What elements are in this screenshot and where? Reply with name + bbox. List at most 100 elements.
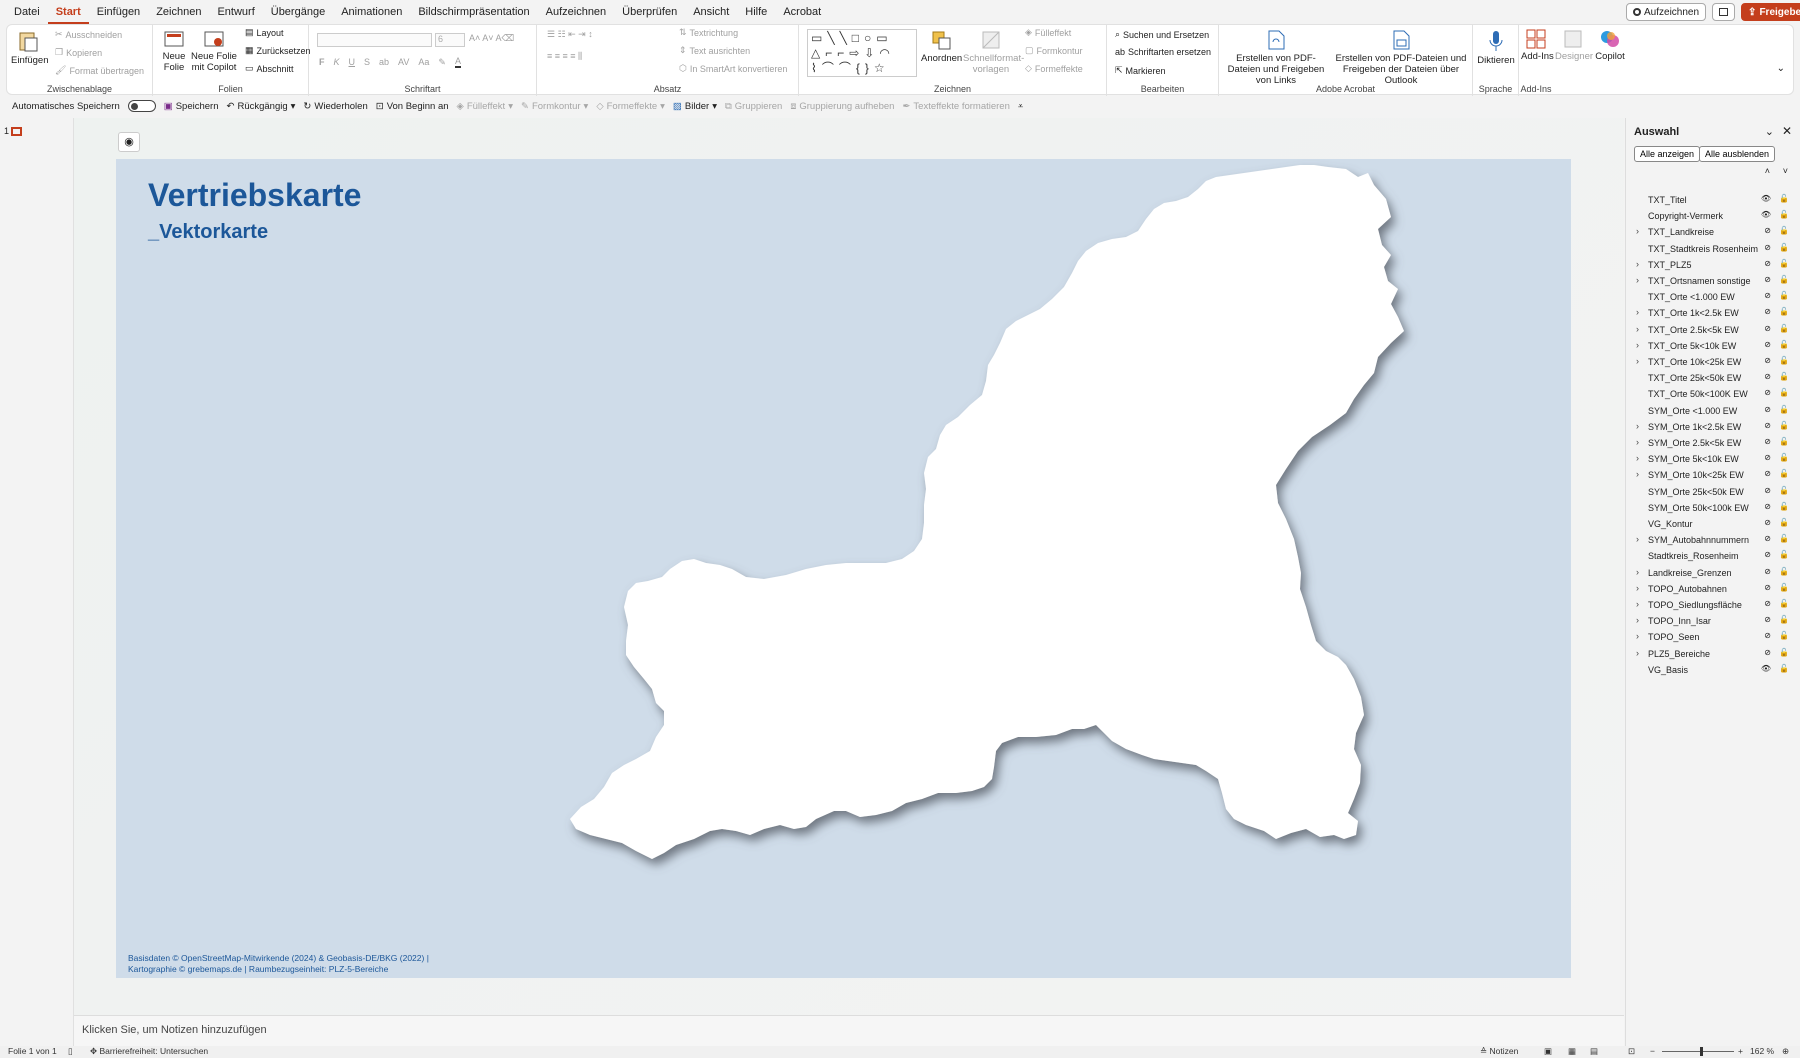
from-start-button[interactable]: ⊡ Von Beginn an [376,101,449,112]
slide-sorter-icon[interactable]: ▦ [1568,1046,1576,1057]
lock-icon[interactable]: 🔓 [1779,372,1789,381]
layer-row[interactable]: › TOPO_Inn_Isar ⊘ 🔓 [1626,613,1800,629]
eye-icon[interactable]: 👁 [1761,194,1771,203]
expand-chevron-icon[interactable]: › [1636,307,1639,317]
layout-button[interactable]: ▤ Layout [245,27,284,38]
shape-effects-button[interactable]: ◇ Formeffekte [1025,63,1083,74]
abc-button[interactable]: ab [379,57,389,67]
case-button[interactable]: Aa [418,57,429,67]
eye-hidden-icon[interactable]: ⊘ [1764,356,1771,365]
expand-chevron-icon[interactable]: › [1636,275,1639,285]
lock-icon[interactable]: 🔓 [1779,648,1789,657]
expand-chevron-icon[interactable]: › [1636,567,1639,577]
spacing-button[interactable]: AV [398,57,409,67]
redo-button[interactable]: ↻ Wiederholen [303,101,367,112]
record-button[interactable]: Aufzeichnen [1626,3,1707,21]
slide-title[interactable]: Vertriebskarte [148,177,361,214]
lock-icon[interactable]: 🔓 [1779,550,1789,559]
lock-icon[interactable]: 🔓 [1779,518,1789,527]
eye-hidden-icon[interactable]: ⊘ [1764,534,1771,543]
layer-row[interactable]: › TXT_PLZ5 ⊘ 🔓 [1626,257,1800,273]
lock-icon[interactable]: 🔓 [1779,194,1789,203]
eye-hidden-icon[interactable]: ⊘ [1764,259,1771,268]
highlight-icon[interactable]: ✎ [438,57,446,68]
eye-hidden-icon[interactable]: ⊘ [1764,307,1771,316]
font-size-controls[interactable]: A˄ A˅ A⌫ [469,33,514,44]
layer-row[interactable]: TXT_Stadtkreis Rosenheim ⊘ 🔓 [1626,241,1800,257]
qat-outline-button[interactable]: ✎ Formkontur ▾ [521,101,588,112]
eye-icon[interactable]: 👁 [1761,664,1771,673]
quick-styles-button[interactable]: Schnellformat-vorlagen [963,29,1024,75]
cut-button[interactable]: ✂ Ausschneiden [55,29,122,40]
lock-icon[interactable]: 🔓 [1779,486,1789,495]
lock-icon[interactable]: 🔓 [1779,502,1789,511]
region-map[interactable] [116,159,1571,978]
pane-options-chevron-icon[interactable]: ⌄ [1765,125,1774,138]
eye-hidden-icon[interactable]: ⊘ [1764,388,1771,397]
layer-row[interactable]: › TXT_Orte 10k<25k EW ⊘ 🔓 [1626,354,1800,370]
send-backward-icon[interactable]: ˅ [1783,166,1788,176]
bold-button[interactable]: F [319,57,325,67]
show-all-button[interactable]: Alle anzeigen [1634,146,1701,162]
new-slide-button[interactable]: Neue Folie [161,29,187,73]
lock-icon[interactable]: 🔓 [1779,356,1789,365]
lock-icon[interactable]: 🔓 [1779,388,1789,397]
lock-icon[interactable]: 🔓 [1779,291,1789,300]
layer-row[interactable]: › TXT_Ortsnamen sonstige ⊘ 🔓 [1626,273,1800,289]
font-size-select[interactable]: 6 [435,33,465,47]
tab-datei[interactable]: Datei [6,0,48,24]
new-slide-copilot-button[interactable]: Neue Folie mit Copilot [191,29,237,73]
hide-all-button[interactable]: Alle ausblenden [1699,146,1776,162]
section-button[interactable]: ▭ Abschnitt [245,63,294,74]
layer-row[interactable]: VG_Kontur ⊘ 🔓 [1626,516,1800,532]
layer-row[interactable]: TXT_Orte 25k<50k EW ⊘ 🔓 [1626,370,1800,386]
slide[interactable]: Vertriebskarte _Vektorkarte Basisdaten ©… [116,159,1571,978]
expand-chevron-icon[interactable]: › [1636,259,1639,269]
layer-row[interactable]: › TOPO_Siedlungsfläche ⊘ 🔓 [1626,597,1800,613]
layer-row[interactable]: › TXT_Orte 2.5k<5k EW ⊘ 🔓 [1626,322,1800,338]
eye-hidden-icon[interactable]: ⊘ [1764,518,1771,527]
lock-icon[interactable]: 🔓 [1779,324,1789,333]
tab-bildschirmpraesentation[interactable]: Bildschirmpräsentation [410,0,537,24]
zoom-slider-thumb[interactable] [1700,1047,1703,1056]
eye-hidden-icon[interactable]: ⊘ [1764,486,1771,495]
underline-button[interactable]: U [349,57,356,67]
lock-icon[interactable]: 🔓 [1779,567,1789,576]
select-button[interactable]: ⇱ Markieren [1115,65,1166,76]
qat-fill-button[interactable]: ◈ Fülleffekt ▾ [457,101,513,112]
bring-forward-icon[interactable]: ˄ [1765,166,1770,176]
list-controls[interactable]: ☰ ☷ ⇤ ⇥ ↕ [547,29,593,40]
eye-hidden-icon[interactable]: ⊘ [1764,405,1771,414]
tab-einfuegen[interactable]: Einfügen [89,0,148,24]
eye-hidden-icon[interactable]: ⊘ [1764,372,1771,381]
layer-row[interactable]: Stadtkreis_Rosenheim ⊘ 🔓 [1626,548,1800,564]
eye-hidden-icon[interactable]: ⊘ [1764,567,1771,576]
shape-gallery[interactable]: ▭╲╲□○▭ △⌐⌐⇨⇩◠ ⌇⌒⌒{}☆ [807,29,917,77]
layer-row[interactable]: VG_Basis 👁 🔓 [1626,662,1800,678]
shape-outline-button[interactable]: ▢ Formkontur [1025,45,1083,56]
zoom-in-icon[interactable]: + [1738,1046,1743,1056]
eye-hidden-icon[interactable]: ⊘ [1764,469,1771,478]
arrange-button[interactable]: Anordnen [921,29,962,64]
font-color-icon[interactable]: A [454,56,461,68]
pdf-share-outlook-button[interactable]: Erstellen von PDF-Dateien und Freigeben … [1333,29,1469,86]
eye-hidden-icon[interactable]: ⊘ [1764,324,1771,333]
close-icon[interactable]: ✕ [1782,124,1792,138]
zoom-out-icon[interactable]: − [1650,1046,1655,1056]
eye-hidden-icon[interactable]: ⊘ [1764,648,1771,657]
reading-view-icon[interactable]: ▤ [1590,1046,1598,1057]
font-family-select[interactable] [317,33,432,47]
expand-chevron-icon[interactable]: › [1636,469,1639,479]
slide-subtitle[interactable]: _Vektorkarte [148,221,268,244]
smartart-button[interactable]: ⬡ In SmartArt konvertieren [679,63,787,74]
tab-start[interactable]: Start [47,0,89,24]
layer-row[interactable]: SYM_Orte 25k<50k EW ⊘ 🔓 [1626,484,1800,500]
zoom-slider[interactable] [1662,1051,1734,1052]
tab-ansicht[interactable]: Ansicht [685,0,737,24]
expand-chevron-icon[interactable]: › [1636,599,1639,609]
lock-icon[interactable]: 🔓 [1779,421,1789,430]
lock-icon[interactable]: 🔓 [1779,243,1789,252]
italic-button[interactable]: K [334,57,340,67]
layer-row[interactable]: › PLZ5_Bereiche ⊘ 🔓 [1626,646,1800,662]
expand-chevron-icon[interactable]: › [1636,534,1639,544]
